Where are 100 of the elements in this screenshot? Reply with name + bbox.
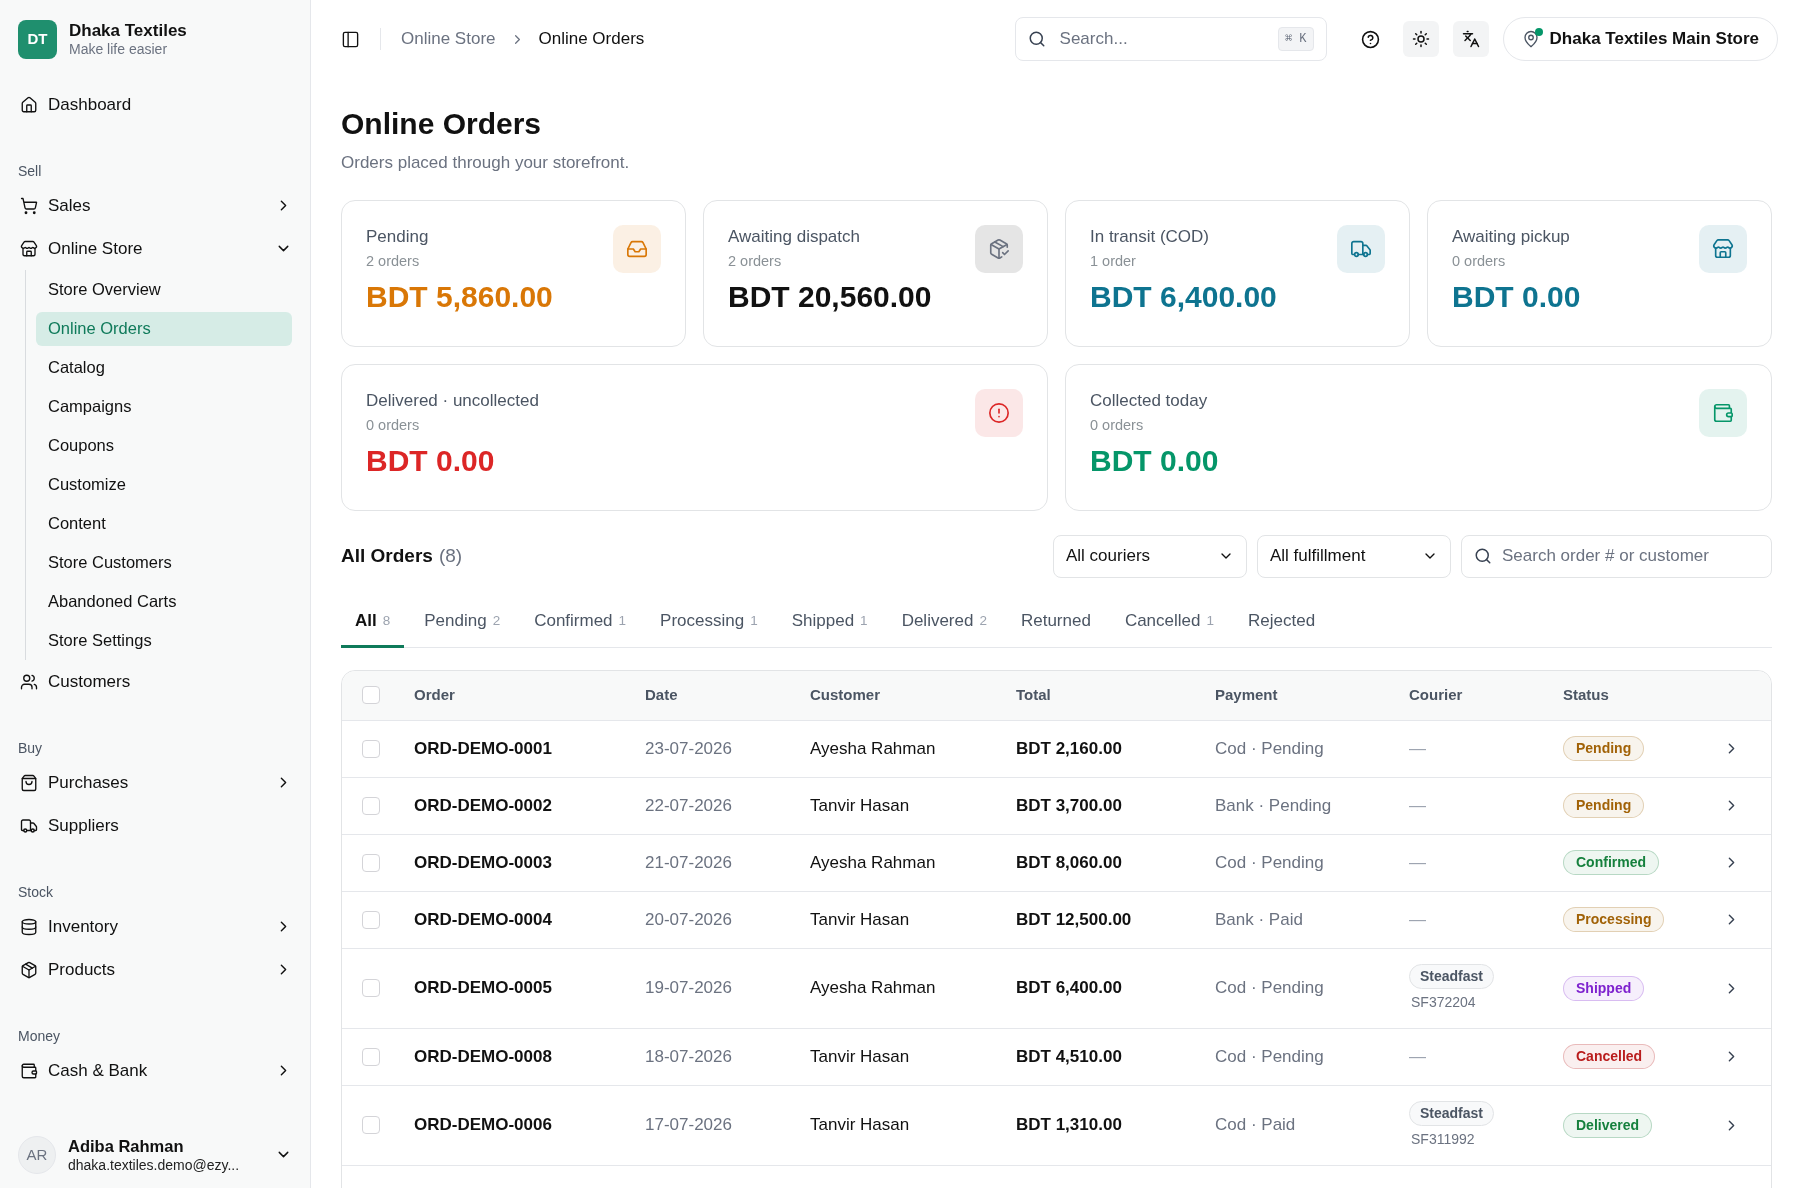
nav-subitem[interactable]: Campaigns xyxy=(36,389,292,424)
filter-dropdown[interactable]: All fulfillment xyxy=(1257,534,1451,578)
order-row[interactable]: ORD-DEMO-0001 23-07-2026 Ayesha Rahman BDT 2,160.00 Cod · Pending — Pending xyxy=(342,720,1771,778)
nav-item[interactable]: Cash & Bank xyxy=(18,1049,292,1092)
checkbox[interactable] xyxy=(362,739,380,758)
card-count: 1 order xyxy=(1090,251,1137,271)
order-number[interactable]: ORD-DEMO-0008 xyxy=(414,1043,552,1070)
order-date: 17-07-2026 xyxy=(645,1114,732,1137)
card-amount: BDT 0.00 xyxy=(1452,278,1582,315)
nav-item[interactable]: Suppliers xyxy=(18,804,292,847)
nav-subitem[interactable]: Abandoned Carts xyxy=(36,584,292,619)
nav-item[interactable]: Online Store xyxy=(18,227,292,270)
card-amount: BDT 0.00 xyxy=(1090,442,1220,479)
order-date: 20-07-2026 xyxy=(645,908,732,931)
column-header: Courier xyxy=(1409,684,1463,705)
checkbox[interactable] xyxy=(362,686,380,704)
nav-item[interactable]: Dashboard xyxy=(18,83,292,126)
brand-name: Dhaka Textiles xyxy=(69,20,187,42)
nav-item[interactable]: Purchases xyxy=(18,761,292,804)
courier-tag: Steadfast xyxy=(1409,963,1495,989)
nav-subitem[interactable]: Content xyxy=(36,506,292,541)
customer-name: Ayesha Rahman xyxy=(810,737,936,760)
status-tab[interactable]: Shipped 1 xyxy=(777,597,882,648)
checkbox[interactable] xyxy=(362,853,380,872)
nav-item[interactable]: Sales xyxy=(18,184,292,227)
checkbox[interactable] xyxy=(362,796,380,815)
order-row[interactable]: ORD-DEMO-0006 17-07-2026 Tanvir Hasan BDT 1,310.00 Cod · Paid Steadfast SF311992 Delivered xyxy=(342,1085,1771,1166)
language-button[interactable] xyxy=(1452,21,1489,57)
nav-item[interactable]: Inventory xyxy=(18,905,292,948)
order-total: BDT 8,060.00 xyxy=(1016,851,1122,874)
section-title: All Orders xyxy=(341,543,433,568)
search-field[interactable]: Search... ⌘ K xyxy=(1014,17,1327,61)
card-label: Awaiting dispatch xyxy=(728,225,861,248)
database-icon xyxy=(20,917,38,936)
order-number[interactable]: ORD-DEMO-0002 xyxy=(414,792,552,819)
status-tab[interactable]: Confirmed 1 xyxy=(520,597,641,648)
status-tab[interactable]: Rejected xyxy=(1234,597,1330,648)
tracking-number: SF311992 xyxy=(1410,1129,1475,1149)
search-icon xyxy=(1027,30,1046,48)
nav-subitem[interactable]: Coupons xyxy=(36,428,292,463)
sidebar-toggle-icon[interactable] xyxy=(341,29,360,49)
status-tab[interactable]: Pending 2 xyxy=(410,597,515,648)
order-row[interactable]: ORD-DEMO-0004 20-07-2026 Tanvir Hasan BDT 12,500.00 Bank · Paid — Processing xyxy=(342,891,1771,949)
card-count: 2 orders xyxy=(728,251,783,271)
status-badge: Pending xyxy=(1563,736,1645,761)
customer-name: Tanvir Hasan xyxy=(810,908,910,931)
nav-subitem[interactable]: Store Overview xyxy=(36,272,292,307)
location-pin-icon xyxy=(1521,30,1540,48)
status-tab[interactable]: All 8 xyxy=(341,597,405,648)
sun-icon xyxy=(1411,30,1430,48)
order-number[interactable]: ORD-DEMO-0003 xyxy=(414,849,552,876)
breadcrumb-item[interactable]: Online Store xyxy=(401,26,496,52)
section-label: Stock xyxy=(18,882,54,902)
order-total: BDT 4,510.00 xyxy=(1016,1045,1122,1068)
checkbox[interactable] xyxy=(362,1047,380,1066)
nav-subitem[interactable]: Customize xyxy=(36,467,292,502)
card-count: 2 orders xyxy=(366,251,421,271)
nav-subitem[interactable]: Catalog xyxy=(36,350,292,385)
order-row[interactable]: ORD-DEMO-0003 21-07-2026 Ayesha Rahman BDT 8,060.00 Cod · Pending — Confirmed xyxy=(342,834,1771,892)
nav-item[interactable]: Customers xyxy=(18,660,292,703)
nav-subitem[interactable]: Online Orders xyxy=(36,311,292,346)
order-number[interactable]: ORD-DEMO-0005 xyxy=(414,975,552,1001)
translate-icon xyxy=(1461,30,1480,48)
courier-empty: — xyxy=(1409,794,1426,817)
status-badge: Pending xyxy=(1563,793,1645,818)
search-icon xyxy=(1474,547,1492,565)
nav-subitem[interactable]: Store Settings xyxy=(36,623,292,658)
tracking-number: SF372204 xyxy=(1410,992,1476,1012)
user-name: Adiba Rahman xyxy=(68,1135,185,1157)
nav-subitem[interactable]: Store Customers xyxy=(36,545,292,580)
nav-item[interactable]: Products xyxy=(18,948,292,991)
breadcrumb-item: Online Orders xyxy=(538,28,645,51)
status-tab[interactable]: Processing 1 xyxy=(646,597,772,648)
status-tab[interactable]: Cancelled 1 xyxy=(1110,597,1228,648)
column-header: Order xyxy=(414,684,455,705)
payment-status: Bank · Paid xyxy=(1215,908,1303,931)
order-number[interactable]: ORD-DEMO-0001 xyxy=(414,735,552,762)
payment-status: Bank · Pending xyxy=(1215,794,1332,817)
order-number[interactable]: ORD-DEMO-0006 xyxy=(414,1112,552,1138)
checkbox[interactable] xyxy=(362,1116,380,1134)
order-date: 21-07-2026 xyxy=(645,851,732,874)
filter-dropdown[interactable]: All couriers xyxy=(1053,534,1247,578)
wallet-icon xyxy=(1712,401,1734,424)
status-tab[interactable]: Returned xyxy=(1006,597,1105,648)
cart-icon xyxy=(20,196,38,215)
order-row[interactable]: ORD-DEMO-0002 22-07-2026 Tanvir Hasan BDT 3,700.00 Bank · Pending — Pending xyxy=(342,777,1771,835)
status-tab[interactable]: Delivered 2 xyxy=(887,597,1001,648)
checkbox[interactable] xyxy=(362,910,380,929)
order-row[interactable]: ORD-DEMO-0008 18-07-2026 Tanvir Hasan BDT 4,510.00 Cod · Pending — Cancelled xyxy=(342,1028,1771,1086)
order-row[interactable]: ORD-DEMO-0005 19-07-2026 Ayesha Rahman BDT 6,400.00 Cod · Pending Steadfast SF372204 Shipped xyxy=(342,948,1771,1029)
order-search-field[interactable]: Search order # or customer xyxy=(1461,534,1772,578)
card-count: 0 orders xyxy=(366,415,421,435)
bag-icon xyxy=(20,773,38,792)
theme-button[interactable] xyxy=(1402,21,1439,57)
home-icon xyxy=(20,95,38,114)
truck-icon xyxy=(20,816,38,835)
card-label: Awaiting pickup xyxy=(1452,225,1571,248)
order-number[interactable]: ORD-DEMO-0004 xyxy=(414,906,552,933)
order-date: 23-07-2026 xyxy=(645,737,732,760)
checkbox[interactable] xyxy=(362,979,380,997)
